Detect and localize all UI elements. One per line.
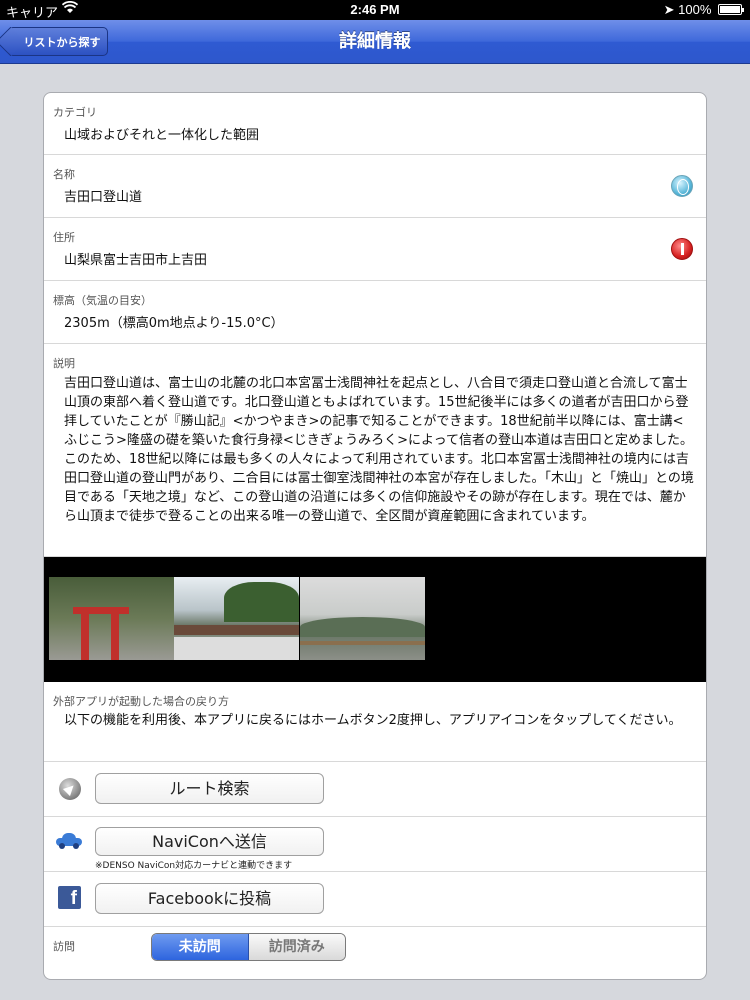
return-info-label: 外部アプリが起動した場合の戻り方 (53, 695, 229, 708)
photo-thumbnail[interactable] (49, 577, 174, 660)
route-search-row: ルート検索 (44, 762, 706, 817)
category-label: カテゴリ (53, 106, 97, 119)
route-search-button[interactable]: ルート検索 (95, 773, 324, 804)
facebook-post-button[interactable]: Facebookに投稿 (95, 883, 324, 914)
return-info-text: 以下の機能を利用後、本アプリに戻るにはホームボタン2度押し、アプリアイコンをタッ… (64, 713, 682, 728)
location-arrow-icon: ➤ (663, 2, 675, 17)
facebook-row: f Facebookに投稿 (44, 872, 706, 927)
ground-shape (174, 637, 299, 660)
hill-shape (300, 617, 425, 637)
trees-shape (224, 582, 299, 622)
visit-option-unvisited[interactable]: 未訪問 (152, 934, 249, 960)
category-value: 山域およびそれと一体化した範囲 (64, 128, 260, 143)
fence-shape (174, 625, 299, 635)
torii-shape (81, 612, 89, 660)
visit-segmented-control: 未訪問 訪問済み (151, 933, 346, 961)
altitude-label: 標高（気温の目安） (53, 294, 152, 307)
compass-icon (59, 778, 81, 800)
battery-icon (718, 4, 744, 15)
photo-thumbnail[interactable] (174, 577, 299, 660)
page-title: 詳細情報 (339, 31, 411, 52)
clock: 2:46 PM (350, 2, 400, 17)
return-info-row: 外部アプリが起動した場合の戻り方 以下の機能を利用後、本アプリに戻るにはホームボ… (44, 682, 706, 762)
status-right: ➤ 100% (663, 2, 744, 18)
address-row: 住所 山梨県富士吉田市上吉田 (44, 218, 706, 281)
rail-shape (300, 641, 425, 645)
visit-option-visited[interactable]: 訪問済み (248, 934, 345, 960)
visit-label: 訪問 (53, 940, 75, 953)
navicon-note: ※DENSO NaviCon対応カーナビと連動できます (95, 861, 293, 871)
description-text: 吉田口登山道は、富士山の北麓の北口本宮冨士浅間神社を起点とし、八合目で須走口登山… (64, 376, 694, 524)
altitude-value: 2305m（標高0m地点より-15.0°C） (64, 316, 284, 331)
description-row: 説明 吉田口登山道は、富士山の北麓の北口本宮冨士浅間神社を起点とし、八合目で須走… (44, 344, 706, 557)
car-icon (56, 833, 82, 849)
category-row: カテゴリ 山域およびそれと一体化した範囲 (44, 93, 706, 155)
navicon-send-button[interactable]: NaviConへ送信 (95, 827, 324, 856)
address-value: 山梨県富士吉田市上吉田 (64, 253, 208, 268)
altitude-row: 標高（気温の目安） 2305m（標高0m地点より-15.0°C） (44, 281, 706, 344)
name-row: 名称 吉田口登山道 (44, 155, 706, 218)
navigation-bar: 詳細情報 リストから探す (0, 20, 750, 64)
description-label: 説明 (53, 357, 75, 370)
torii-shape (111, 612, 119, 660)
status-bar: キャリア 2:46 PM ➤ 100% (0, 0, 750, 20)
photo-strip (44, 557, 706, 682)
battery-percent: 100% (678, 2, 712, 17)
facebook-icon: f (58, 886, 81, 909)
map-pin-icon[interactable] (671, 238, 693, 260)
address-label: 住所 (53, 231, 75, 244)
globe-icon[interactable] (671, 175, 693, 197)
back-button[interactable]: リストから探す (8, 27, 108, 56)
detail-card: カテゴリ 山域およびそれと一体化した範囲 名称 吉田口登山道 住所 山梨県富士吉… (43, 92, 707, 980)
navicon-row: NaviConへ送信 ※DENSO NaviCon対応カーナビと連動できます (44, 817, 706, 872)
name-value: 吉田口登山道 (64, 190, 143, 205)
name-label: 名称 (53, 168, 75, 181)
visit-row: 訪問 未訪問 訪問済み (44, 927, 706, 979)
back-button-label: リストから探す (23, 35, 101, 49)
photo-thumbnail[interactable] (300, 577, 425, 660)
